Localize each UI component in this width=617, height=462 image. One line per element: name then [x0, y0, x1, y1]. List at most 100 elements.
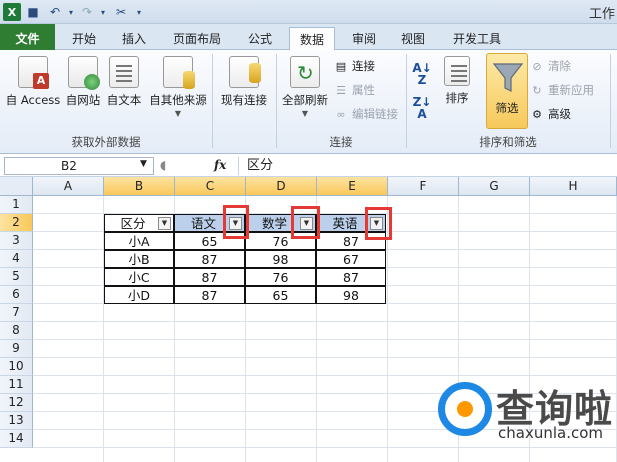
- sort-descending-button[interactable]: Z↓ A: [412, 96, 432, 120]
- column-header[interactable]: B: [104, 177, 175, 196]
- tab-data[interactable]: 数据: [289, 27, 336, 51]
- from-web-button[interactable]: 自网站: [64, 56, 102, 108]
- save-icon[interactable]: ■: [24, 3, 42, 21]
- sort-dialog-icon: [444, 56, 470, 86]
- table-cell[interactable]: 小D: [104, 286, 174, 304]
- sort-button[interactable]: 排序: [440, 56, 474, 106]
- cell-text: 小A: [128, 234, 150, 249]
- row-header[interactable]: 4: [0, 250, 33, 268]
- tab-formulas[interactable]: 公式: [238, 27, 282, 50]
- row-header[interactable]: 11: [0, 376, 33, 394]
- row-header[interactable]: 8: [0, 322, 33, 340]
- column-header[interactable]: C: [175, 177, 246, 196]
- cell-text: 87: [201, 252, 218, 267]
- table-header-cell[interactable]: 区分 ▼: [104, 214, 174, 232]
- tab-review[interactable]: 审阅: [342, 27, 386, 50]
- redo-dropdown-icon[interactable]: ▾: [94, 3, 112, 21]
- column-header[interactable]: G: [459, 177, 530, 196]
- existing-connections-button[interactable]: 现有连接: [216, 56, 272, 108]
- filter-button[interactable]: 筛选: [486, 53, 528, 129]
- table-cell[interactable]: 87: [316, 268, 386, 286]
- refresh-icon: [290, 56, 320, 88]
- row-header[interactable]: 14: [0, 430, 33, 448]
- column-header[interactable]: F: [388, 177, 459, 196]
- cell-text: 87: [201, 288, 218, 303]
- cell-text: 87: [343, 234, 359, 249]
- filter-dropdown-icon[interactable]: ▼: [158, 217, 171, 230]
- row-header[interactable]: 5: [0, 268, 33, 286]
- table-cell[interactable]: 87: [174, 268, 245, 286]
- reapply-button[interactable]: ↻ 重新应用: [530, 82, 594, 98]
- row-header[interactable]: 10: [0, 358, 33, 376]
- name-box[interactable]: B2: [4, 157, 154, 175]
- table-cell[interactable]: 小C: [104, 268, 174, 286]
- tools-icon[interactable]: ✂: [112, 3, 130, 21]
- tab-page-layout[interactable]: 页面布局: [163, 27, 231, 50]
- clear-filter-button[interactable]: ⊘ 清除: [530, 58, 571, 74]
- advanced-label: 高级: [548, 107, 571, 121]
- edit-links-button[interactable]: ∞ 编辑链接: [334, 106, 398, 122]
- grid-line: [33, 321, 617, 322]
- column-header[interactable]: D: [246, 177, 317, 196]
- group-label-get-external: 获取外部数据: [71, 135, 141, 149]
- row-header[interactable]: 2: [0, 214, 33, 232]
- tab-file[interactable]: 文件: [0, 24, 55, 50]
- refresh-all-button[interactable]: 全部刷新 ▼: [278, 56, 332, 118]
- group-separator: [212, 54, 213, 148]
- column-header[interactable]: E: [317, 177, 388, 196]
- refresh-all-label: 全部刷新: [282, 93, 328, 107]
- properties-button[interactable]: ☰ 属性: [334, 82, 375, 98]
- group-separator: [276, 54, 277, 148]
- connections-icon: ▤: [335, 59, 347, 73]
- edit-links-label: 编辑链接: [352, 107, 398, 121]
- row-header[interactable]: 9: [0, 340, 33, 358]
- grid-line: [33, 339, 617, 340]
- other-sources-icon: [163, 56, 195, 89]
- table-cell[interactable]: 小A: [104, 232, 174, 250]
- column-header[interactable]: H: [530, 177, 617, 196]
- row-header[interactable]: 12: [0, 394, 33, 412]
- cell-text: 小C: [128, 270, 150, 285]
- tab-insert[interactable]: 插入: [112, 27, 156, 50]
- from-access-button[interactable]: 自 Access: [4, 56, 62, 108]
- tab-developer[interactable]: 开发工具: [443, 27, 511, 50]
- group-separator: [406, 54, 407, 148]
- select-all-corner[interactable]: [0, 177, 33, 196]
- row-header[interactable]: 3: [0, 232, 33, 250]
- from-access-label: 自 Access: [5, 93, 61, 107]
- cell-text: 98: [272, 252, 289, 267]
- web-globe-icon: [68, 56, 100, 90]
- tab-home[interactable]: 开始: [62, 27, 106, 50]
- row-header[interactable]: 6: [0, 286, 33, 304]
- formula-bar-resize-icon[interactable]: ◖: [160, 158, 166, 172]
- group-label-sort-filter: 排序和筛选: [479, 135, 537, 149]
- row-header[interactable]: 1: [0, 196, 33, 214]
- table-cell[interactable]: 65: [245, 286, 316, 304]
- from-text-button[interactable]: 自文本: [104, 56, 144, 108]
- row-header[interactable]: 7: [0, 304, 33, 322]
- table-cell[interactable]: 98: [316, 286, 386, 304]
- formula-input[interactable]: 区分: [238, 157, 617, 175]
- insert-function-button[interactable]: fx: [214, 158, 226, 172]
- table-cell[interactable]: 76: [245, 268, 316, 286]
- properties-icon: ☰: [336, 83, 346, 97]
- highlight-box: [223, 205, 249, 239]
- advanced-filter-button[interactable]: ⚙ 高级: [530, 106, 571, 122]
- chevron-down-icon[interactable]: ▼: [140, 159, 147, 169]
- sort-ascending-button[interactable]: A↓ Z: [412, 62, 432, 86]
- table-cell[interactable]: 98: [245, 250, 316, 268]
- tab-view[interactable]: 视图: [391, 27, 435, 50]
- reapply-label: 重新应用: [548, 83, 594, 97]
- table-cell[interactable]: 小B: [104, 250, 174, 268]
- table-cell[interactable]: 67: [316, 250, 386, 268]
- connections-button[interactable]: ▤ 连接: [334, 58, 375, 74]
- cell-text: 语文: [190, 216, 216, 231]
- column-header[interactable]: A: [33, 177, 104, 196]
- window-title: 工作: [588, 7, 615, 22]
- cell-text: 区分: [120, 216, 146, 231]
- table-cell[interactable]: 87: [174, 286, 245, 304]
- customize-toolbar-icon[interactable]: ▾: [130, 3, 148, 21]
- row-header[interactable]: 13: [0, 412, 33, 430]
- table-cell[interactable]: 87: [174, 250, 245, 268]
- from-other-sources-button[interactable]: 自其他来源 ▼: [146, 56, 210, 118]
